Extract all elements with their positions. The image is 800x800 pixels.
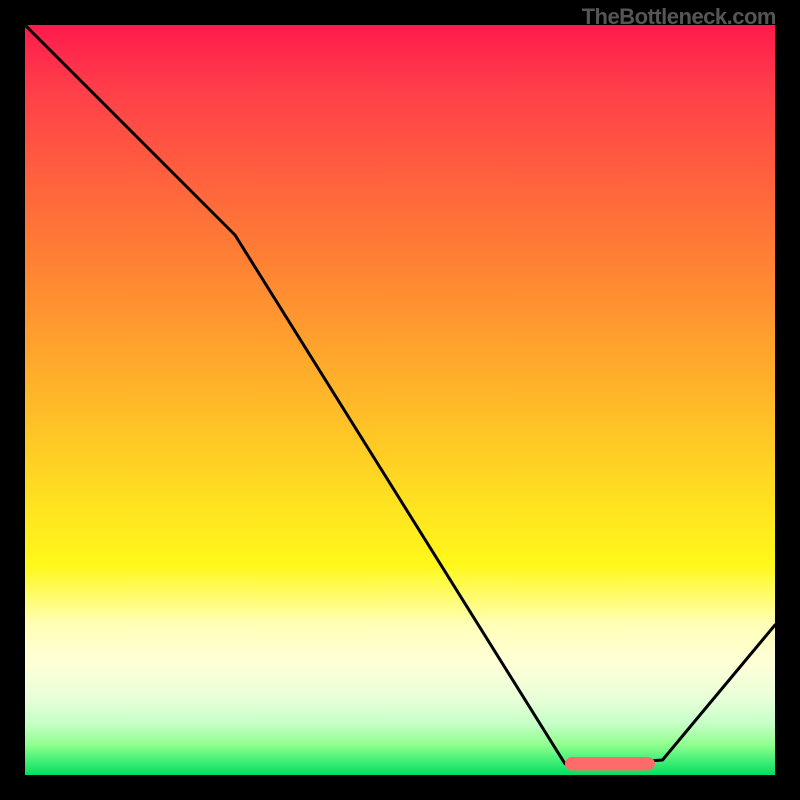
plot-gradient-background	[25, 25, 775, 775]
chart-container: TheBottleneck.com	[0, 0, 800, 800]
